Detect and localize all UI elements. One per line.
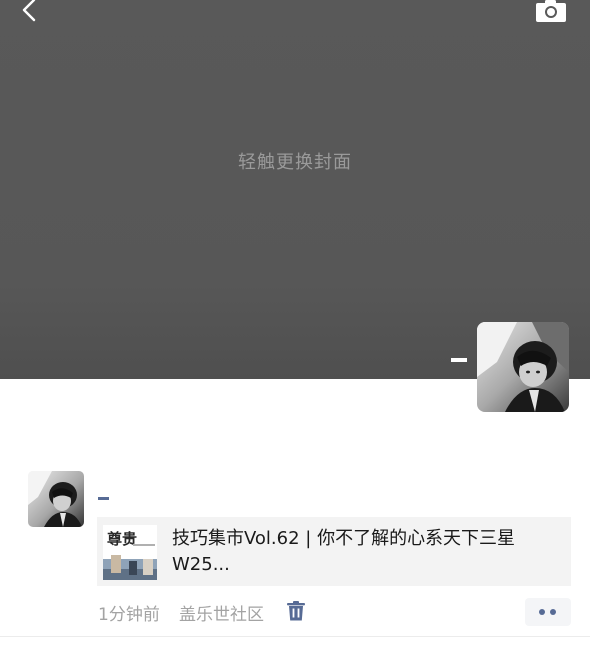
camera-button[interactable] bbox=[534, 0, 568, 24]
delete-button[interactable] bbox=[287, 601, 305, 621]
more-dots-icon bbox=[539, 609, 545, 615]
post-source-link[interactable]: 盖乐世社区 bbox=[179, 600, 264, 625]
moments-page: 轻触更换封面 尊贵 技巧集市Vol.62 | 你不了解的心系天下三星W25...… bbox=[0, 0, 590, 650]
shared-link-title: 技巧集市Vol.62 | 你不了解的心系天下三星W25... bbox=[172, 528, 516, 575]
thumbnail-image: 尊贵 bbox=[103, 525, 157, 580]
more-dots-icon bbox=[550, 609, 556, 615]
more-actions-button[interactable] bbox=[525, 598, 571, 626]
moment-author-avatar[interactable] bbox=[28, 471, 84, 527]
change-cover-hint[interactable]: 轻触更换封面 bbox=[0, 148, 590, 174]
shared-link-card[interactable]: 尊贵 技巧集市Vol.62 | 你不了解的心系天下三星W25... bbox=[97, 517, 571, 586]
post-time: 1分钟前 bbox=[98, 605, 160, 625]
avatar-photo bbox=[28, 471, 84, 527]
thumbnail-caption: 尊贵 bbox=[107, 530, 137, 548]
divider bbox=[0, 636, 590, 637]
trash-icon bbox=[287, 601, 305, 621]
shared-link-thumbnail: 尊贵 bbox=[103, 525, 157, 580]
chevron-left-icon bbox=[22, 0, 36, 22]
avatar-photo bbox=[477, 322, 569, 412]
moment-author-name[interactable] bbox=[98, 497, 109, 500]
profile-avatar[interactable] bbox=[477, 322, 569, 412]
back-button[interactable] bbox=[16, 0, 42, 26]
camera-icon bbox=[536, 0, 566, 22]
profile-nickname[interactable] bbox=[451, 358, 467, 362]
